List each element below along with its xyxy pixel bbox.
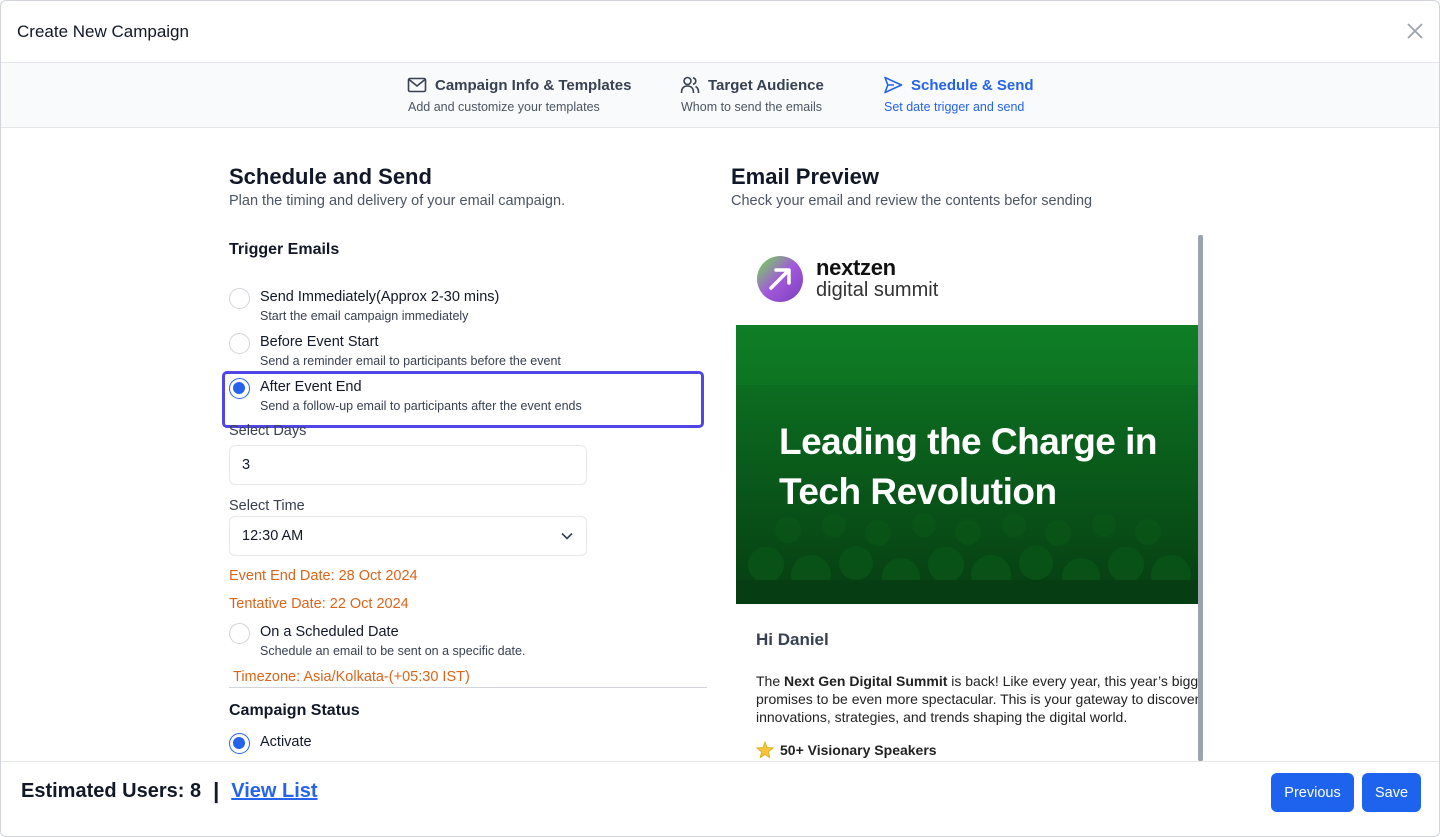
select-time-label: Select Time [229, 498, 305, 514]
nextzen-logo: nextzen digital summit [756, 255, 938, 303]
banner-headline: Leading the Charge in Tech Revolution [779, 417, 1189, 517]
star-icon [756, 741, 774, 759]
banner-line: Tech Revolution [779, 471, 1057, 512]
step-subtitle: Set date trigger and send [884, 100, 1025, 114]
create-campaign-modal: Create New Campaign Campaign Info & Temp… [0, 0, 1440, 837]
divider [229, 687, 707, 688]
campaign-status-heading: Campaign Status [229, 702, 360, 719]
email-preview-panel: Email Preview Check your email and revie… [731, 128, 1211, 761]
option-desc: Send a follow-up email to participants a… [260, 399, 582, 413]
radio-button[interactable] [229, 288, 250, 309]
radio-button-checked[interactable] [229, 733, 250, 754]
view-list-link[interactable]: View List [231, 780, 317, 803]
radio-button-checked[interactable] [229, 378, 250, 399]
body-bold: Next Gen Digital Summit [784, 673, 948, 689]
modal-title: Create New Campaign [17, 22, 189, 41]
option-label: Before Event Start [260, 334, 379, 350]
step-title: Campaign Info & Templates [435, 76, 632, 94]
preview-scrollbar[interactable] [1198, 235, 1203, 761]
step-campaign-info[interactable]: Campaign Info & Templates Add and custom… [407, 75, 631, 114]
option-before-event-start[interactable]: Before Event Start Send a reminder email… [229, 333, 561, 368]
radio-button[interactable] [229, 333, 250, 354]
option-label: Send Immediately(Approx 2-30 mins) [260, 289, 500, 305]
option-desc: Start the email campaign immediately [260, 309, 469, 323]
status-label: Activate [260, 734, 312, 750]
trigger-emails-heading: Trigger Emails [229, 241, 340, 258]
modal-header: Create New Campaign [1, 1, 1439, 63]
estimated-users: Estimated Users: 8 | View List [21, 778, 318, 804]
scrollbar-thumb[interactable] [1198, 235, 1203, 761]
email-greeting: Hi Daniel [756, 630, 829, 649]
status-activate[interactable]: Activate [229, 733, 312, 754]
logo-mark-icon [757, 256, 803, 302]
option-desc: Schedule an email to be sent on a specif… [260, 644, 526, 658]
preview-title: Email Preview [731, 164, 879, 189]
modal-footer: Estimated Users: 8 | View List Previous … [1, 761, 1439, 836]
select-days-input[interactable]: 3 [229, 445, 587, 485]
body-text: The [756, 673, 785, 689]
select-time-dropdown[interactable]: 12:30 AM [229, 516, 587, 556]
step-subtitle: Add and customize your templates [408, 100, 600, 114]
feature-label: 50+ Visionary Speakers [780, 742, 937, 758]
schedule-panel: Schedule and Send Plan the timing and de… [222, 128, 709, 761]
feature-item: 50+ Visionary Speakers [756, 741, 937, 759]
radio-button[interactable] [229, 623, 250, 644]
select-time-value: 12:30 AM [242, 528, 304, 544]
send-icon [884, 76, 903, 94]
schedule-title: Schedule and Send [229, 164, 432, 189]
tentative-date: Tentative Date: 22 Oct 2024 [229, 596, 409, 612]
step-subtitle: Whom to send the emails [681, 100, 823, 114]
users-icon [680, 76, 700, 94]
previous-button[interactable]: Previous [1271, 773, 1354, 812]
event-end-date: Event End Date: 28 Oct 2024 [229, 568, 418, 584]
body-text: is back! Like every year, this year’s bi… [947, 673, 1199, 689]
mail-icon [407, 77, 427, 93]
estimated-users-label: Estimated Users: 8 [21, 779, 202, 802]
option-label: After Event End [260, 379, 362, 395]
step-title: Target Audience [708, 76, 824, 94]
email-preview[interactable]: nextzen digital summit Leading the Charg… [736, 235, 1201, 761]
body-text: innovations, strategies, and trends shap… [756, 709, 1128, 725]
option-label: On a Scheduled Date [260, 624, 399, 640]
option-scheduled-date[interactable]: On a Scheduled Date Schedule an email to… [229, 623, 526, 658]
separator: | [213, 778, 220, 803]
option-after-event-end[interactable]: After Event End Send a follow-up email t… [229, 378, 582, 413]
timezone-label: Timezone: Asia/Kolkata-(+05:30 IST) [233, 669, 470, 685]
preview-subtitle: Check your email and review the contents… [731, 193, 1093, 209]
email-body: The Next Gen Digital Summit is back! Lik… [756, 672, 1201, 726]
chevron-down-icon [561, 532, 573, 540]
hero-banner: Leading the Charge in Tech Revolution [736, 325, 1198, 604]
step-schedule-send[interactable]: Schedule & Send Set date trigger and sen… [883, 75, 1034, 115]
body-text: promises to be even more spectacular. Th… [756, 691, 1200, 707]
option-send-immediately[interactable]: Send Immediately(Approx 2-30 mins) Start… [229, 288, 500, 323]
step-title: Schedule & Send [911, 76, 1034, 94]
schedule-subtitle: Plan the timing and delivery of your ema… [229, 193, 566, 209]
banner-line: Leading the Charge in [779, 421, 1158, 462]
close-icon [1407, 23, 1423, 39]
logo-subtext: digital summit [816, 279, 939, 301]
option-desc: Send a reminder email to participants be… [260, 354, 561, 368]
save-button[interactable]: Save [1362, 773, 1421, 812]
close-button[interactable] [1405, 21, 1425, 41]
logo-text: nextzen [816, 255, 896, 280]
stepper: Campaign Info & Templates Add and custom… [1, 63, 1439, 128]
select-days-label: Select Days [229, 423, 307, 439]
step-target-audience[interactable]: Target Audience Whom to send the emails [680, 75, 824, 114]
